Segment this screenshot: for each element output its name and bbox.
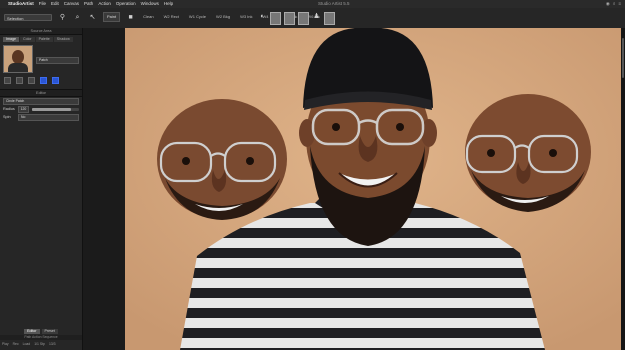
tab-preset[interactable]: Preset [41,329,58,334]
person-icon[interactable]: ♟ [312,12,321,21]
tab-color[interactable]: Color [20,36,35,42]
swatch[interactable] [28,77,35,84]
control-center-icon[interactable]: ≡ [618,0,621,8]
thumb-body [8,63,28,72]
arrow-icon[interactable]: ↖ [88,13,97,22]
chip-w2-rect[interactable]: W2 Rect [162,13,181,21]
chip-w1-cycle[interactable]: W1 Cycle [187,13,208,21]
eye-icon[interactable]: ◐ [258,12,267,21]
search-icon[interactable]: ⌕ [613,0,616,8]
tab-palette[interactable]: Palette [35,36,53,42]
scrollbar-thumb[interactable] [622,38,624,78]
thumb-head [12,50,24,64]
preset-select[interactable]: Patch [36,57,79,64]
menu-help[interactable]: Help [164,0,173,8]
brush-button[interactable]: Paint [103,12,121,22]
zoom-icon[interactable]: ⌕ [73,13,82,22]
magic-wand-icon[interactable]: ⚲ [58,13,67,22]
source-thumbnails: ◐ ♟ [258,12,335,25]
chip-w2-bkg[interactable]: W2 Bkg [214,13,232,21]
canvas-image [125,28,625,350]
menu-bar: StudioArtist File Edit Canvas Path Actio… [0,0,625,8]
window-title: Studio Artist 5.5 [318,1,350,6]
app-name-menu[interactable]: StudioArtist [8,0,34,8]
menu-edit[interactable]: Edit [51,0,59,8]
spin-label: Spin [3,115,11,119]
tab-image[interactable]: Image [3,36,19,42]
tool-select[interactable]: Selection [4,14,52,21]
swatch[interactable] [4,77,11,84]
tab-shadow[interactable]: Shadow [53,36,73,42]
radius-slider-fill [32,107,71,111]
menu-windows[interactable]: Windows [141,0,159,8]
chip-w3-ink[interactable]: W3 Ink [238,13,254,21]
path-action-label: Path Action Sequence [0,335,82,340]
bottom-tabs: Editor Preset [0,329,82,334]
menubar-status: ◉ ⌕ ≡ [606,0,621,8]
menu-action[interactable]: Action [98,0,111,8]
swatch-blue[interactable] [40,77,47,84]
load-button[interactable]: Load [23,341,31,348]
menu-canvas[interactable]: Canvas [64,0,79,8]
play-button[interactable]: Play [2,341,9,348]
panel-gap [83,28,125,350]
radius-slider[interactable] [32,107,79,111]
swatch[interactable] [16,77,23,84]
source-preview: Patch [0,43,82,75]
frame-counter: 13/3 [48,342,56,346]
editor-header: Editor [0,89,82,97]
source-thumb[interactable] [298,12,309,25]
step-counter: 1/1 Stp [34,342,45,346]
square-icon[interactable]: ■ [126,13,135,22]
color-swatches [0,75,82,86]
menu-operation[interactable]: Operation [116,0,136,8]
editor-dropdown-row: Circle Patch [0,97,82,105]
toolbar: Selection ⚲ ⌕ ↖ Paint ■ Clean W2 Rect W1… [0,8,625,29]
menu-file[interactable]: File [39,0,46,8]
radius-value[interactable]: 120 [18,105,29,113]
swatch-blue[interactable] [52,77,59,84]
source-thumb[interactable] [324,12,335,25]
tab-editor[interactable]: Editor [24,329,40,334]
canvas-scrollbar[interactable] [621,28,625,350]
radius-label: Radius [3,107,15,111]
spin-dropdown[interactable]: No [18,113,79,121]
source-thumb[interactable] [284,12,295,25]
menu-path[interactable]: Path [84,0,93,8]
wifi-icon[interactable]: ◉ [606,0,610,8]
editor-dropdown[interactable]: Circle Patch [3,97,79,105]
preset-info: Patch [36,45,79,73]
source-image-thumbnail[interactable] [3,45,33,73]
panel-title: Source Area [0,28,82,35]
canvas[interactable] [125,28,625,350]
source-thumb[interactable] [270,12,281,25]
source-tabs: Image Color Palette Shadow [0,35,82,43]
spin-row: Spin No [0,113,82,121]
chip-clean[interactable]: Clean [141,13,155,21]
playback-controls: Play Rec Load 1/1 Stp 13/3 [0,341,82,348]
radius-row: Radius 120 [0,105,82,113]
left-panel: Source Area Image Color Palette Shadow P… [0,28,83,350]
record-button[interactable]: Rec [13,341,19,348]
